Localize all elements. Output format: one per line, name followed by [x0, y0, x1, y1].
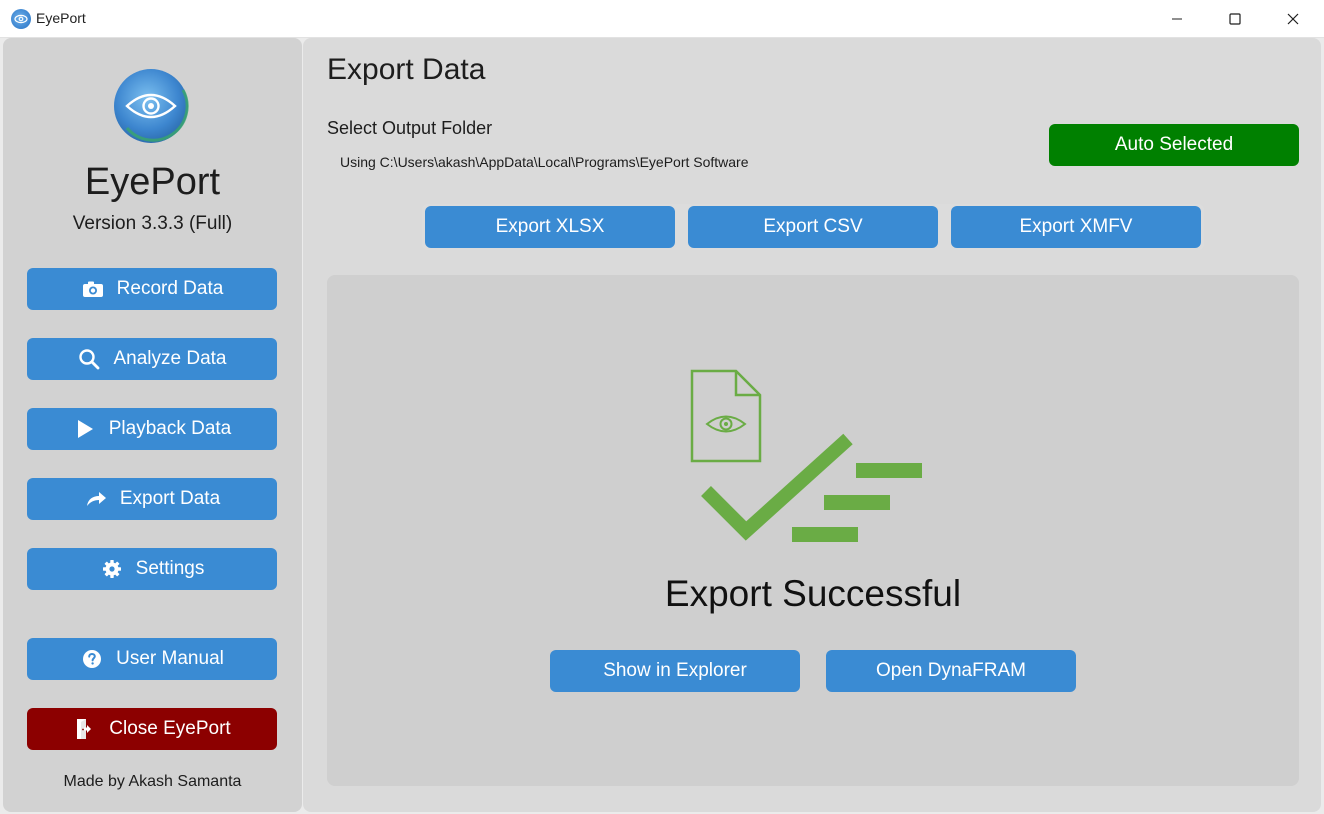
- export-status-panel: Export Successful Show in Explorer Open …: [327, 275, 1299, 786]
- page-title: Export Data: [327, 53, 486, 86]
- minimize-button[interactable]: [1148, 0, 1206, 38]
- search-icon: [77, 347, 101, 371]
- app-name: EyePort: [84, 161, 221, 203]
- record-data-button[interactable]: Record Data: [27, 268, 277, 310]
- settings-label: Settings: [135, 558, 205, 579]
- user-manual-label: User Manual: [116, 648, 224, 669]
- play-icon: [73, 417, 97, 441]
- user-manual-button[interactable]: User Manual: [27, 638, 277, 680]
- playback-data-button[interactable]: Playback Data: [27, 408, 277, 450]
- export-status-text: Export Successful: [664, 573, 962, 614]
- app-logo-icon: [11, 9, 31, 29]
- close-eyeport-label: Close EyePort: [109, 718, 231, 739]
- close-icon: [1287, 13, 1299, 25]
- output-folder-label: Select Output Folder: [327, 118, 493, 138]
- export-data-button[interactable]: Export Data: [27, 478, 277, 520]
- open-dynafram-button[interactable]: Open DynaFRAM: [826, 650, 1076, 692]
- minimize-icon: [1172, 18, 1182, 20]
- main-panel: Export Data Select Output Folder Using C…: [303, 38, 1321, 812]
- analyze-data-label: Analyze Data: [113, 348, 227, 369]
- export-xlsx-button[interactable]: Export XLSX: [425, 206, 675, 248]
- author-credit: Made by Akash Samanta: [63, 773, 242, 790]
- playback-data-label: Playback Data: [108, 418, 232, 439]
- eyeport-logo-icon: [113, 68, 191, 144]
- export-success-illustration: [690, 369, 930, 549]
- document-eye-icon: [690, 369, 762, 463]
- settings-button[interactable]: Settings: [27, 548, 277, 590]
- output-folder-path: Using C:\Users\akash\AppData\Local\Progr…: [340, 154, 749, 170]
- checkmark-icon: [701, 433, 853, 541]
- help-icon: [80, 647, 104, 671]
- camera-icon: [81, 277, 105, 301]
- window-title: EyePort: [36, 10, 86, 26]
- maximize-button[interactable]: [1206, 0, 1264, 38]
- close-eyeport-button[interactable]: Close EyePort: [27, 708, 277, 750]
- export-data-label: Export Data: [119, 488, 221, 509]
- auto-selected-button[interactable]: Auto Selected: [1049, 124, 1299, 166]
- export-xmfv-button[interactable]: Export XMFV: [951, 206, 1201, 248]
- close-window-button[interactable]: [1264, 0, 1322, 38]
- export-csv-button[interactable]: Export CSV: [688, 206, 938, 248]
- exit-icon: [73, 717, 97, 741]
- record-data-label: Record Data: [116, 278, 224, 299]
- analyze-data-button[interactable]: Analyze Data: [27, 338, 277, 380]
- share-arrow-icon: [84, 487, 108, 511]
- title-bar: EyePort: [0, 0, 1324, 38]
- show-in-explorer-button[interactable]: Show in Explorer: [550, 650, 800, 692]
- gear-icon: [100, 557, 124, 581]
- version-label: Version 3.3.3 (Full): [72, 213, 233, 234]
- maximize-icon: [1229, 13, 1241, 25]
- sidebar: EyePort Version 3.3.3 (Full) Record Data…: [3, 38, 302, 812]
